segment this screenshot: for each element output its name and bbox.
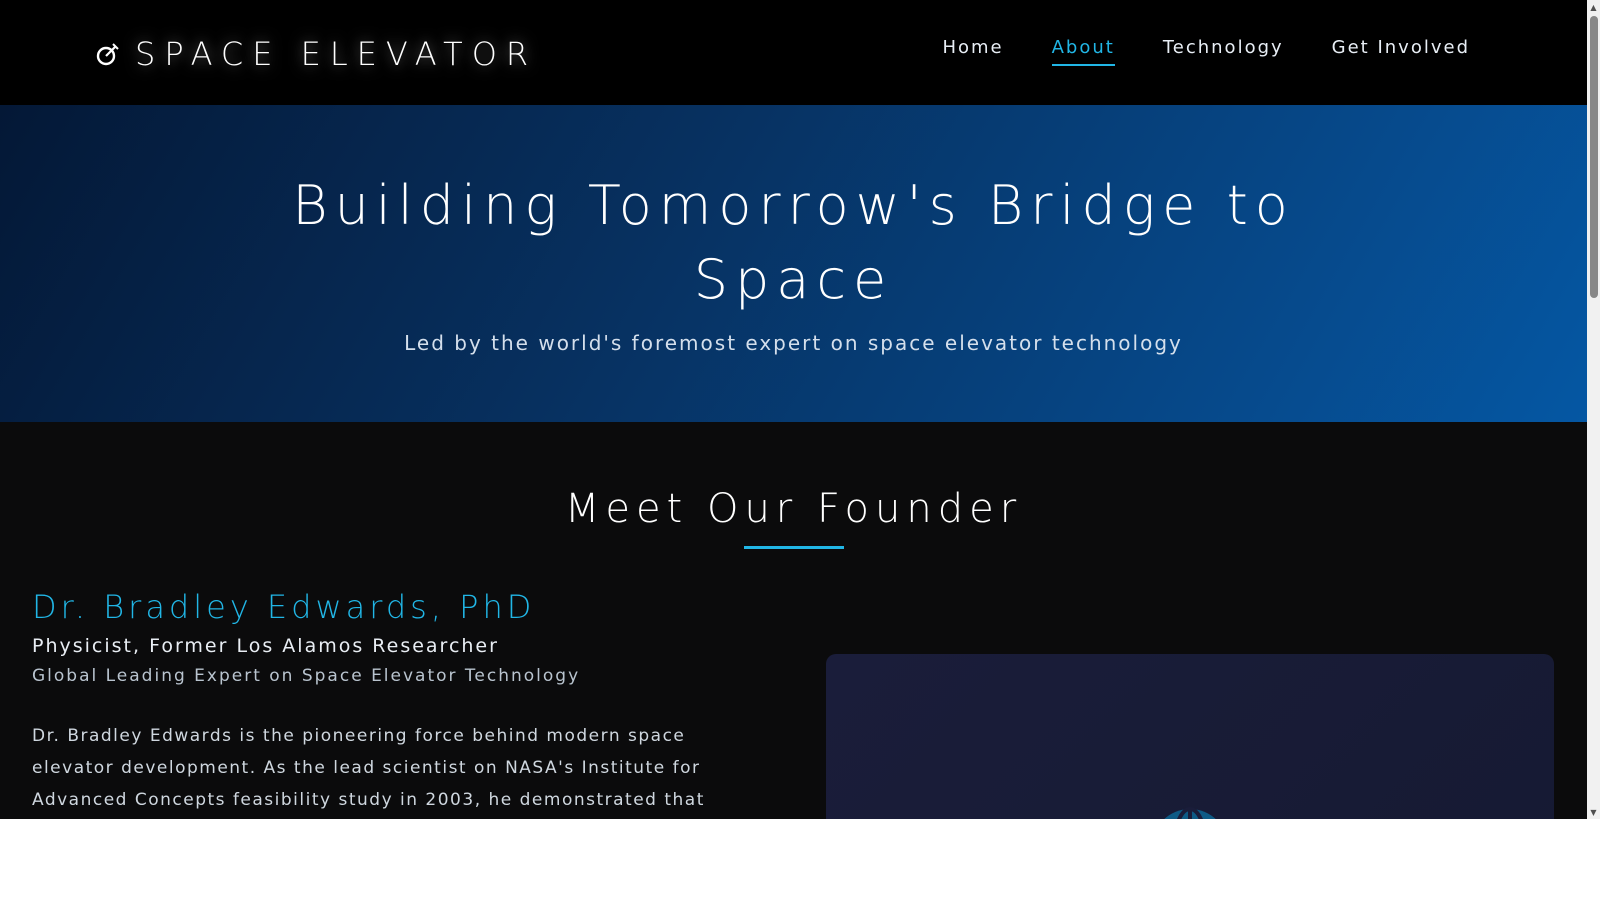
site-logo[interactable]: SPACE ELEVATOR — [95, 34, 537, 74]
vertical-scrollbar[interactable]: ▲ ▼ — [1587, 0, 1600, 819]
founder-image-card — [826, 654, 1554, 819]
nav-about[interactable]: About — [1051, 37, 1115, 66]
founder-bio: Dr. Bradley Edwards is the pioneering fo… — [32, 726, 705, 810]
hero-banner: Building Tomorrow's Bridge to Space Led … — [0, 105, 1587, 422]
arrow-up-icon[interactable]: ▲ — [1587, 0, 1600, 14]
globe-icon — [1164, 807, 1216, 819]
logo-text: SPACE ELEVATOR — [135, 35, 538, 73]
section-title: Meet Our Founder — [564, 486, 1023, 532]
hero-title: Building Tomorrow's Bridge to Space — [292, 174, 1295, 311]
main-nav: Home About Technology Get Involved — [942, 37, 1470, 66]
founder-role: Physicist, Former Los Alamos Researcher — [32, 635, 499, 657]
nav-home[interactable]: Home — [942, 37, 1003, 66]
founder-tagline: Global Leading Expert on Space Elevator … — [32, 666, 581, 686]
founder-name: Dr. Bradley Edwards, PhD — [32, 588, 536, 626]
nav-get-involved[interactable]: Get Involved — [1332, 37, 1470, 66]
nav-technology[interactable]: Technology — [1163, 37, 1284, 66]
title-underline — [744, 546, 844, 549]
satellite-dish-icon — [96, 43, 119, 66]
site-header: SPACE ELEVATOR Home About Technology Get… — [0, 0, 1587, 105]
hero-subtitle: Led by the world's foremost expert on sp… — [404, 331, 1183, 355]
arrow-down-icon[interactable]: ▼ — [1587, 805, 1600, 819]
page-viewport: SPACE ELEVATOR Home About Technology Get… — [0, 0, 1587, 819]
scroll-thumb[interactable] — [1590, 16, 1598, 298]
